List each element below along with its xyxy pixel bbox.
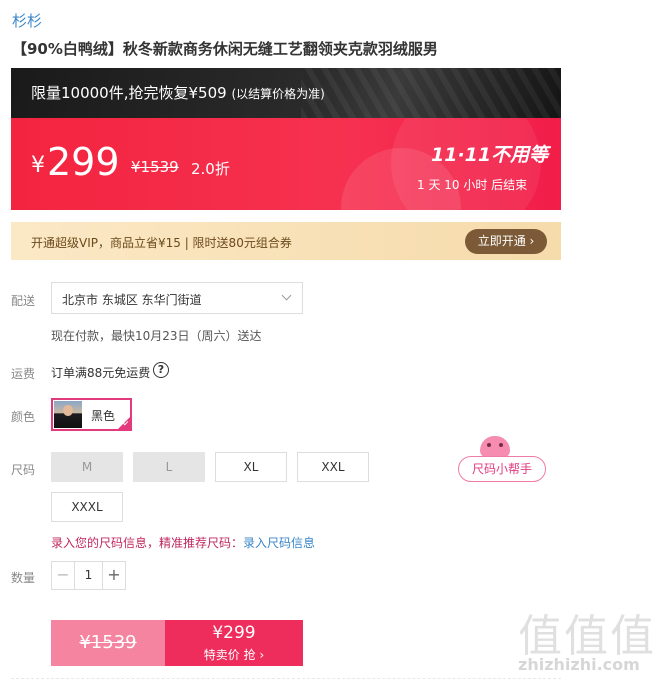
promo-headline: 限量10000件,抢完恢复¥509 (以结算价格为准) [31, 82, 325, 103]
buy-original-price: ¥1539 [79, 632, 137, 653]
banner-stripes [301, 68, 561, 118]
vip-banner: 开通超级VIP，商品立省¥15 | 限时送80元组合券 立即开通 › [11, 222, 561, 260]
brand-name[interactable]: 杉杉 [12, 10, 42, 31]
quantity-label: 数量 [11, 571, 36, 585]
quantity-input[interactable]: 1 [75, 562, 102, 589]
address-value: 北京市 东城区 东华门街道 [62, 293, 202, 307]
vip-open-button[interactable]: 立即开通 › [465, 229, 547, 254]
product-thumbnail [54, 401, 82, 428]
address-selector[interactable]: 北京市 东城区 东华门街道 [51, 282, 303, 314]
size-helper-button[interactable]: 尺码小帮手 [458, 456, 546, 482]
price-currency: ¥ [31, 153, 45, 178]
size-option-m: M [51, 452, 123, 482]
sale-cta: 特卖价 抢 › [203, 648, 265, 662]
color-option-label: 黑色 [91, 409, 116, 423]
size-helper[interactable]: 尺码小帮手 [448, 436, 558, 486]
size-tip-text: 录入您的尺码信息，精准推荐尺码： [51, 536, 244, 550]
promo-headline-text: 限量10000件,抢完恢复¥509 [31, 84, 227, 102]
product-title: 【90%白鸭绒】秋冬新款商务休闲无缝工艺翻领夹克款羽绒服男 [12, 40, 438, 58]
size-option-xl[interactable]: XL [215, 452, 287, 482]
delivery-eta: 现在付款，最快10月23日（周六）送达 [51, 329, 262, 343]
color-option-black[interactable]: 黑色 [51, 398, 132, 431]
sale-price: ¥299 [212, 623, 256, 643]
current-price: 299 [47, 140, 120, 184]
chevron-down-icon [281, 290, 292, 301]
freight-text: 订单满88元免运费 [51, 366, 151, 380]
size-option-xxl[interactable]: XXL [297, 452, 369, 482]
size-label: 尺码 [11, 463, 36, 477]
vip-offer-text: 开通超级VIP，商品立省¥15 | 限时送80元组合券 [31, 236, 292, 250]
size-option-l: L [133, 452, 205, 482]
help-icon[interactable]: ? [153, 362, 169, 378]
limited-promo-banner: 限量10000件,抢完恢复¥509 (以结算价格为准) [11, 68, 561, 118]
event-badge: 11·11不用等 [431, 144, 549, 166]
quantity-stepper: − 1 + [51, 561, 126, 590]
buy-original-price-button[interactable]: ¥1539 [51, 620, 165, 666]
increment-button[interactable]: + [102, 562, 125, 589]
original-price: ¥1539 [131, 158, 179, 176]
watermark: 值值值 zhizhizhi.com [510, 600, 660, 685]
buy-sale-button[interactable]: ¥299 特卖价 抢 › [165, 620, 303, 666]
mascot-icon [480, 436, 510, 458]
size-tip: 录入您的尺码信息，精准推荐尺码：录入尺码信息 [51, 534, 315, 551]
size-option-xxxl[interactable]: XXXL [51, 492, 123, 522]
color-label: 颜色 [11, 410, 36, 424]
freight-label: 运费 [11, 367, 36, 381]
watermark-site: zhizhizhi.com [518, 655, 640, 674]
countdown-timer: 1 天 10 小时 后结束 [417, 178, 528, 192]
selected-check-icon [117, 416, 131, 430]
delivery-label: 配送 [11, 294, 36, 308]
promo-note: (以结算价格为准) [231, 87, 325, 101]
decrement-button[interactable]: − [52, 562, 75, 589]
discount-rate: 2.0折 [191, 160, 230, 178]
divider [11, 678, 561, 679]
size-entry-link[interactable]: 录入尺码信息 [243, 536, 315, 550]
price-banner: ¥ 299 ¥1539 2.0折 11·11不用等 1 天 10 小时 后结束 [11, 118, 561, 210]
